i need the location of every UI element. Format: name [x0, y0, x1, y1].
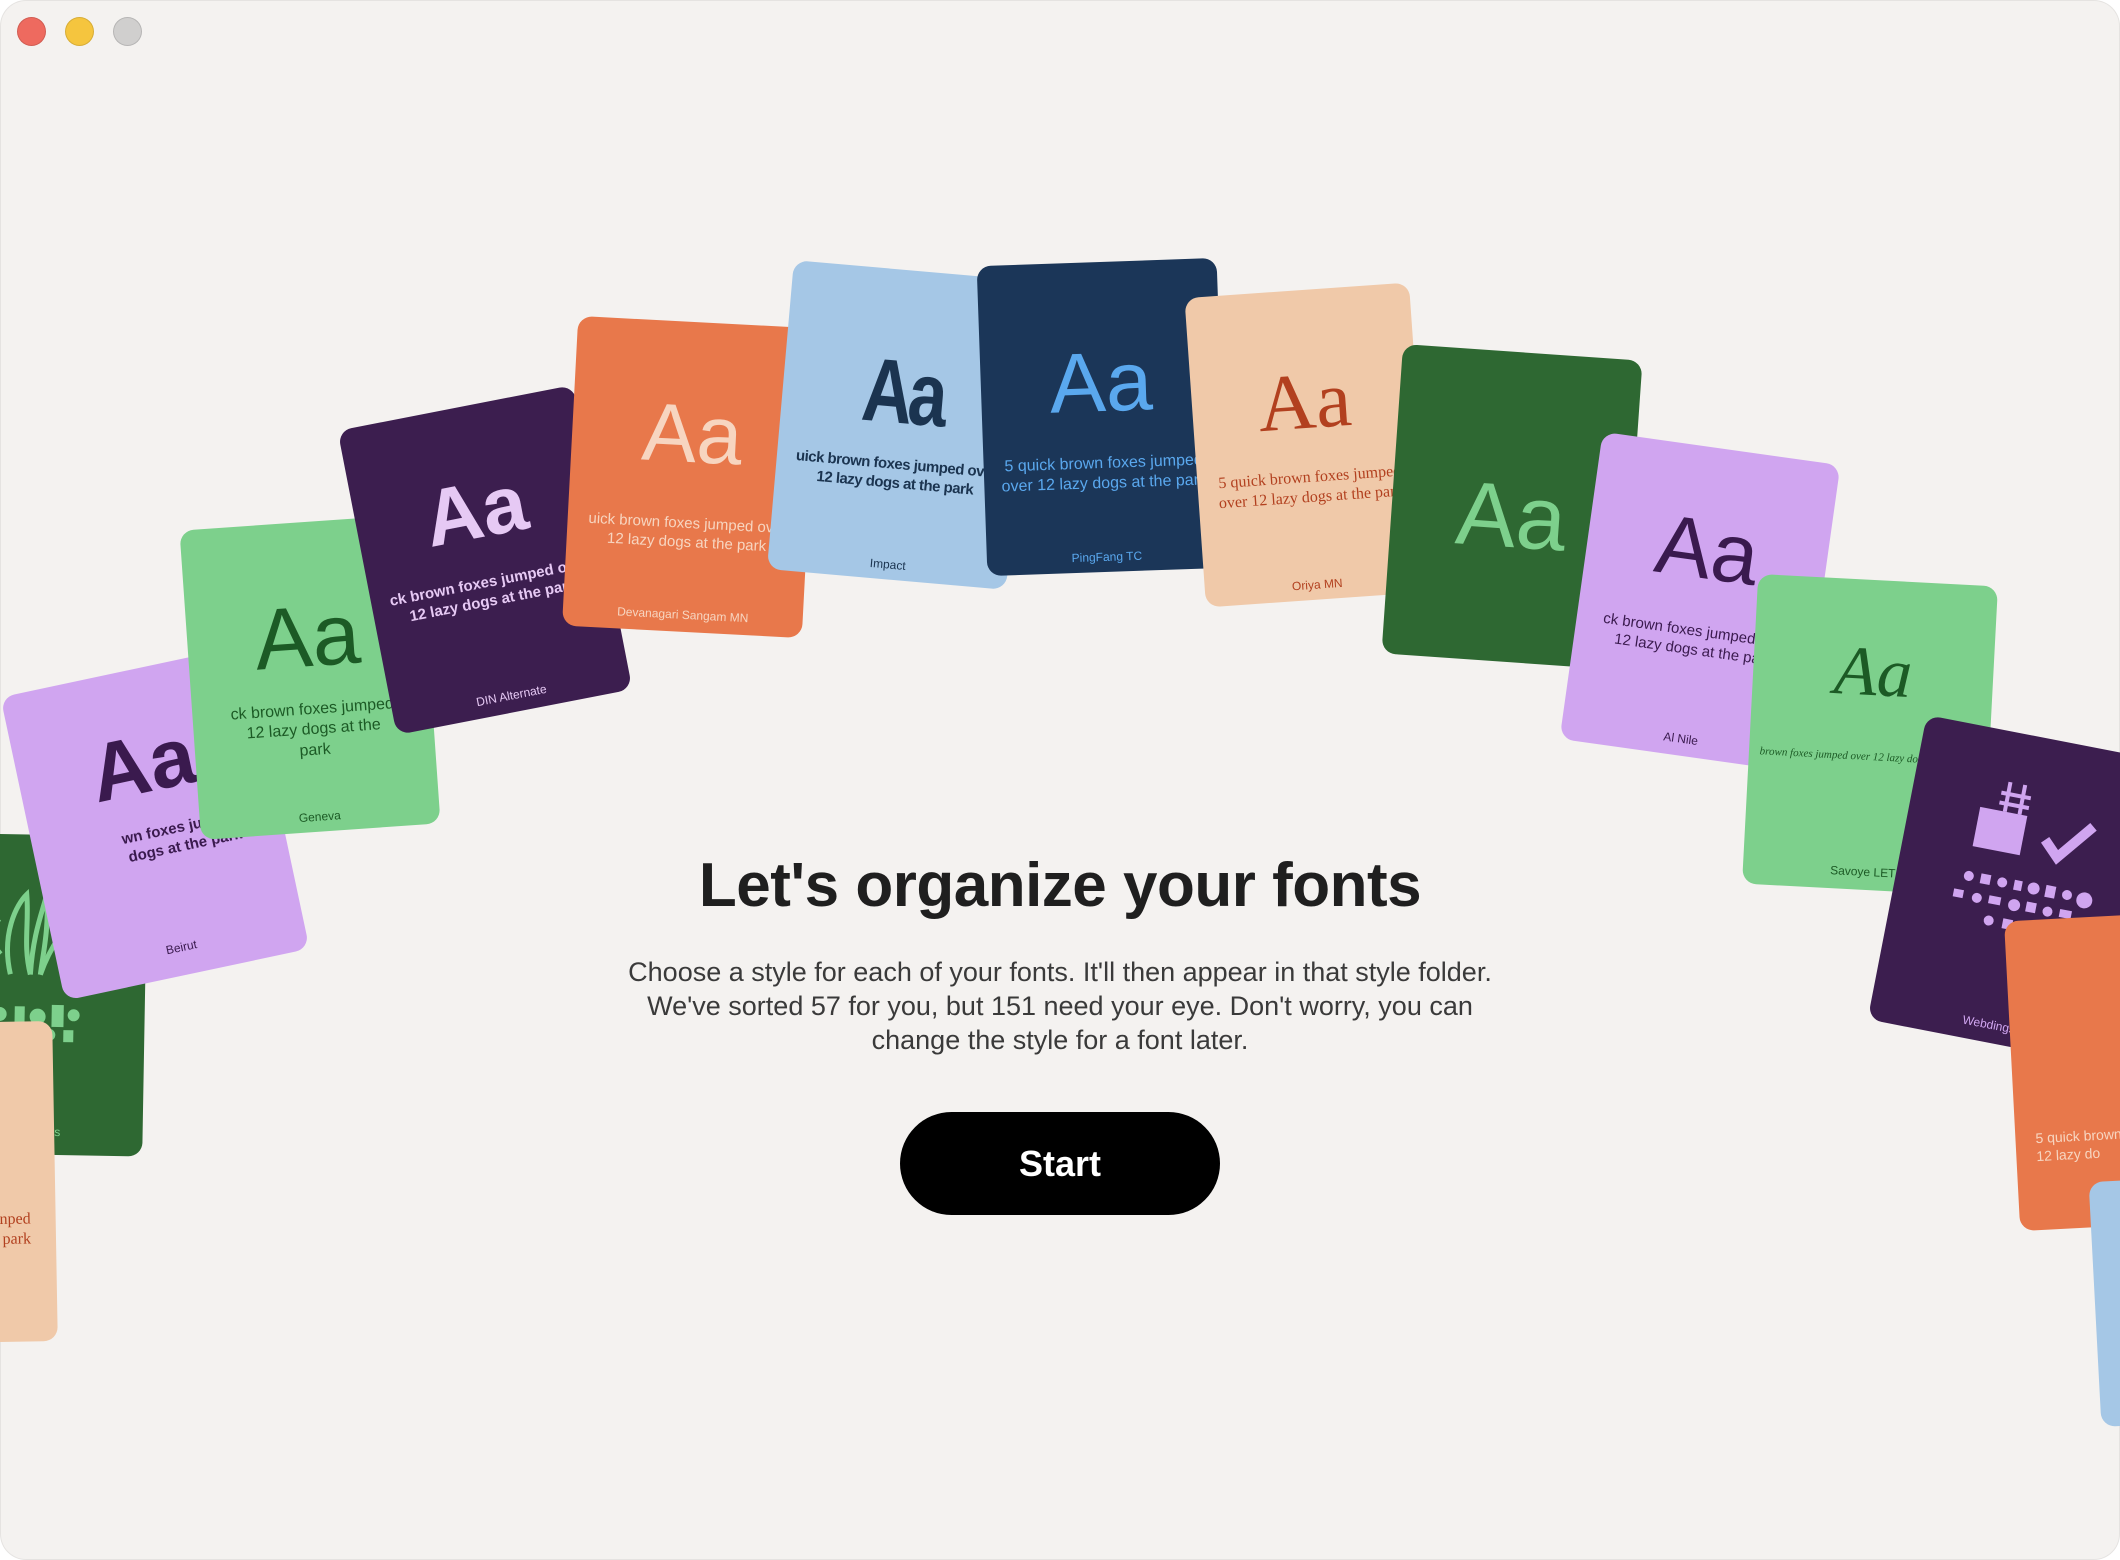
font-card-aa: Aa — [1832, 632, 1915, 714]
font-card-name: Devanagari Sangam MN — [616, 604, 749, 626]
font-card-aa: Aa — [858, 339, 948, 447]
font-card-sample: nped park — [0, 1210, 32, 1249]
window-controls — [17, 17, 142, 46]
font-card-name: PingFang TC — [1071, 548, 1143, 566]
zoom-window-button[interactable] — [113, 17, 142, 46]
start-button[interactable]: Start — [900, 1112, 1220, 1215]
font-card-partial-peach[interactable]: nped park — [0, 1021, 58, 1343]
font-card-sample: 5 quick brown 12 lazy do — [2035, 1125, 2120, 1165]
font-card-aa: Aa — [416, 456, 535, 564]
font-card-name: Beirut — [164, 937, 199, 958]
close-window-button[interactable] — [17, 17, 46, 46]
app-window: ments nped park Aa wn foxes jumped dogs … — [0, 0, 2120, 1560]
font-card-aa: Aa — [1254, 354, 1355, 450]
page-title: Let's organize your fonts — [698, 851, 1422, 920]
font-card-partial-blue[interactable] — [2088, 1178, 2120, 1427]
font-card-name: Geneva — [298, 808, 342, 826]
page-description: Choose a style for each of your fonts. I… — [628, 957, 1492, 1055]
font-card-name: DIN Alternate — [474, 681, 548, 710]
minimize-window-button[interactable] — [65, 17, 94, 46]
font-card-aa: Aa — [1047, 333, 1154, 431]
font-card-sample: 5 quick brown foxes jumped over 12 lazy … — [1001, 451, 1208, 497]
